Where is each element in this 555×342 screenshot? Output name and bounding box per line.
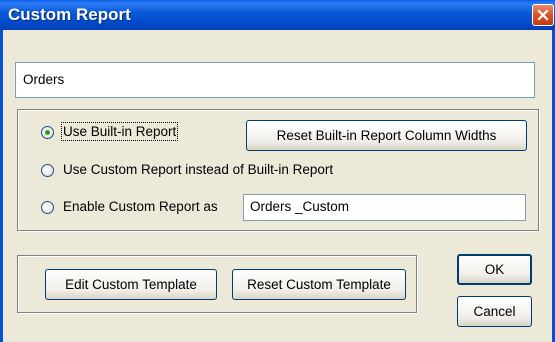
close-button[interactable] <box>532 4 554 26</box>
reset-column-widths-button[interactable]: Reset Built-in Report Column Widths <box>246 120 527 151</box>
window-title: Custom Report <box>8 5 131 24</box>
custom-report-dialog: Custom Report Orders Use Built-in Report… <box>0 0 555 342</box>
reset-column-widths-label: Reset Built-in Report Column Widths <box>276 128 497 143</box>
edit-custom-template-label: Edit Custom Template <box>65 277 197 292</box>
cancel-button[interactable]: Cancel <box>457 296 532 327</box>
report-name-text: Orders <box>23 72 65 87</box>
ok-button[interactable]: OK <box>457 254 532 285</box>
cancel-label: Cancel <box>473 304 516 319</box>
title-bar[interactable]: Custom Report <box>0 0 555 30</box>
edit-custom-template-button[interactable]: Edit Custom Template <box>45 269 217 300</box>
custom-report-name-value: Orders _Custom <box>250 199 350 214</box>
use-builtin-report-radio[interactable] <box>41 126 54 139</box>
report-name-display: Orders <box>15 62 535 98</box>
ok-label: OK <box>484 262 505 277</box>
window-left-border <box>0 30 3 342</box>
use-builtin-report-label[interactable]: Use Built-in Report <box>60 122 179 141</box>
reset-custom-template-label: Reset Custom Template <box>247 277 391 292</box>
use-custom-report-label[interactable]: Use Custom Report instead of Built-in Re… <box>63 162 333 177</box>
custom-report-name-input[interactable]: Orders _Custom <box>243 194 526 221</box>
use-custom-report-radio[interactable] <box>41 164 54 177</box>
close-icon <box>537 9 549 21</box>
reset-custom-template-button[interactable]: Reset Custom Template <box>232 269 406 300</box>
enable-custom-report-label[interactable]: Enable Custom Report as <box>63 199 218 214</box>
enable-custom-report-radio[interactable] <box>41 201 54 214</box>
